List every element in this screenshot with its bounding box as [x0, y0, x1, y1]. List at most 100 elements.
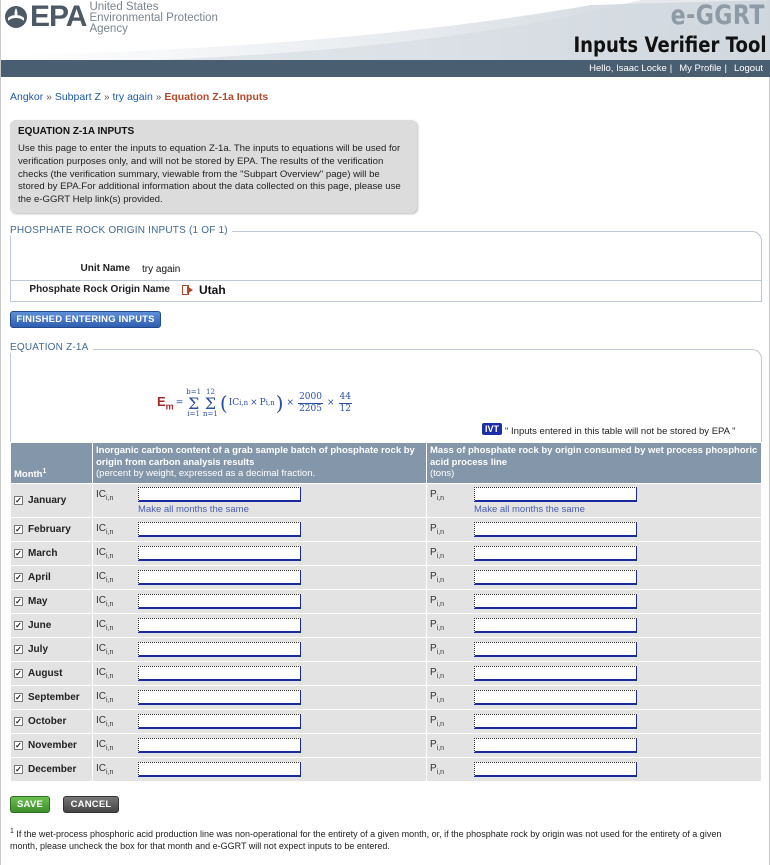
ic-cell: ICi,n [92, 565, 427, 590]
breadcrumb-subpart[interactable]: Subpart Z [55, 91, 101, 103]
month-checkbox[interactable]: ✓ [14, 693, 23, 702]
table-row: ✓ July ICi,n Pi,n [10, 637, 762, 662]
ic-input[interactable] [138, 738, 301, 753]
p-input[interactable] [474, 762, 637, 777]
ic-cell: ICi,n [92, 613, 427, 638]
ic-input[interactable] [138, 690, 301, 705]
ic-input[interactable] [138, 762, 301, 777]
table-row: ✓ June ICi,n Pi,n [10, 613, 762, 638]
fraction: 2000 2205 [298, 391, 323, 414]
p-symbol: Pi,n [430, 547, 445, 560]
equation-formula: Em = b=1 Σi=1 12 Σn=1 ( IC i,n × Pi,n ) × 2… [157, 387, 352, 418]
ic-symbol: ICi,n [96, 523, 114, 536]
ic-symbol: ICi,n [96, 547, 114, 560]
month-checkbox[interactable]: ✓ [14, 669, 23, 678]
product-logo: e-GGRT [670, 0, 765, 31]
sum-symbol: 12 Σn=1 [203, 387, 218, 418]
table-row: ✓ August ICi,n Pi,n [10, 661, 762, 686]
p-input[interactable] [474, 738, 637, 753]
cancel-button[interactable]: CANCEL [63, 796, 119, 813]
ic-input[interactable] [138, 486, 301, 502]
month-checkbox[interactable]: ✓ [14, 496, 23, 505]
ic-symbol: ICi,n [96, 488, 114, 502]
epa-logo[interactable]: EPA United States Environmental Protecti… [4, 1, 218, 35]
ic-cell: ICi,n [92, 757, 427, 782]
p-input[interactable] [474, 522, 637, 537]
my-profile-link[interactable]: My Profile [679, 63, 721, 74]
edit-arrow-icon[interactable] [182, 285, 194, 295]
p-input[interactable] [474, 618, 637, 633]
save-button[interactable]: SAVE [10, 796, 50, 813]
p-cell: Pi,n [426, 661, 762, 686]
agency-name: United States Environmental Protection A… [89, 1, 217, 35]
month-checkbox[interactable]: ✓ [14, 741, 23, 750]
month-checkbox[interactable]: ✓ [14, 549, 23, 558]
ic-input[interactable] [138, 618, 301, 633]
p-cell: Pi,n [426, 757, 762, 782]
p-input[interactable] [474, 714, 637, 729]
unit-name-label: Unit Name [80, 263, 130, 274]
breadcrumb-facility[interactable]: Angkor [10, 91, 43, 103]
month-checkbox[interactable]: ✓ [14, 621, 23, 630]
breadcrumb-current: Equation Z-1a Inputs [164, 91, 269, 103]
ic-input[interactable] [138, 594, 301, 609]
ic-input[interactable] [138, 546, 301, 561]
table-row: ✓ March ICi,n Pi,n [10, 541, 762, 566]
p-cell: Pi,n [426, 637, 762, 662]
ic-cell: ICi,n [92, 589, 427, 614]
month-checkbox[interactable]: ✓ [14, 645, 23, 654]
table-row: ✓ April ICi,n Pi,n [10, 565, 762, 590]
make-same-link[interactable]: Make all months the same [474, 504, 637, 515]
table-row: ✓ October ICi,n Pi,n [10, 709, 762, 734]
month-checkbox[interactable]: ✓ [14, 573, 23, 582]
ic-input[interactable] [138, 714, 301, 729]
ic-symbol: ICi,n [96, 691, 114, 704]
p-cell: Pi,n Make all months the same [426, 483, 762, 518]
p-cell: Pi,n [426, 565, 762, 590]
breadcrumb-unit[interactable]: try again [113, 91, 153, 103]
p-cell: Pi,n [426, 517, 762, 542]
month-checkbox[interactable]: ✓ [14, 765, 23, 774]
p-input[interactable] [474, 666, 637, 681]
instructions-box: EQUATION Z-1A INPUTS Use this page to en… [10, 120, 417, 213]
month-checkbox[interactable]: ✓ [14, 717, 23, 726]
month-cell: ✓ March [10, 541, 93, 566]
month-checkbox[interactable]: ✓ [14, 525, 23, 534]
month-label: April [28, 572, 51, 583]
ic-input[interactable] [138, 642, 301, 657]
ivt-badge: IVT [482, 423, 503, 435]
ic-symbol: ICi,n [96, 571, 114, 584]
month-label: November [28, 740, 77, 751]
user-bar: Hello, Isaac Locke | My Profile | Logout [1, 60, 770, 77]
ic-input[interactable] [138, 570, 301, 585]
logout-link[interactable]: Logout [734, 63, 763, 74]
month-label: October [28, 716, 67, 727]
breadcrumb-separator: » [46, 92, 52, 103]
p-input[interactable] [474, 570, 637, 585]
epa-flower-icon [5, 6, 27, 28]
ic-symbol: ICi,n [96, 619, 114, 632]
p-symbol: Pi,n [430, 691, 445, 704]
table-row: ✓ December ICi,n Pi,n [10, 757, 762, 782]
make-same-link[interactable]: Make all months the same [138, 504, 301, 515]
finished-entering-inputs-button[interactable]: FINISHED ENTERING INPUTS [10, 311, 161, 328]
ic-cell: ICi,n [92, 637, 427, 662]
ivt-note-text: " Inputs entered in this table will not … [505, 425, 736, 437]
p-input[interactable] [474, 594, 637, 609]
p-cell: Pi,n [426, 541, 762, 566]
p-input[interactable] [474, 690, 637, 705]
p-input[interactable] [474, 642, 637, 657]
p-input[interactable] [474, 546, 637, 561]
table-body: ✓ January ICi,n Make all months the same Pi,… [10, 483, 762, 782]
month-cell: ✓ February [10, 517, 93, 542]
month-label: May [28, 596, 48, 607]
breadcrumb: Angkor» Subpart Z» try again» Equation Z-1a… [10, 91, 268, 103]
month-label: January [28, 495, 67, 506]
p-input[interactable] [474, 486, 637, 502]
month-label: June [28, 620, 52, 631]
origin-name: Utah [182, 283, 226, 297]
ic-input[interactable] [138, 522, 301, 537]
p-symbol: Pi,n [430, 488, 445, 502]
month-checkbox[interactable]: ✓ [14, 597, 23, 606]
ic-input[interactable] [138, 666, 301, 681]
